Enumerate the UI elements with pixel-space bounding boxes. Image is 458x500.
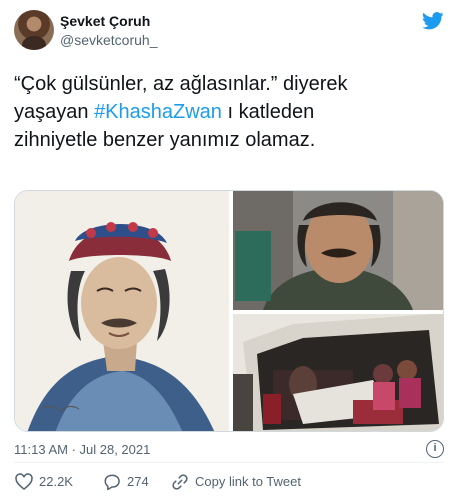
tweet-actions: 22.2K 274 Copy link to Tweet — [14, 470, 444, 494]
reply-count: 274 — [127, 474, 149, 489]
copy-link-label: Copy link to Tweet — [195, 474, 301, 489]
avatar[interactable] — [14, 10, 54, 50]
media-image-car-scene[interactable] — [233, 314, 443, 431]
media-grid — [14, 190, 444, 432]
tweet-text-line-2: yaşayan #KhashaZwan ı katleden — [14, 98, 444, 126]
tweet-card[interactable]: Şevket Çoruh @sevketcoruh_ “Çok gülsünle… — [0, 0, 458, 500]
media-image-portrait[interactable] — [233, 191, 443, 310]
copy-link-button[interactable]: Copy link to Tweet — [170, 472, 310, 492]
reply-button[interactable]: 274 — [102, 472, 164, 492]
author-name[interactable]: Şevket Çoruh — [60, 13, 150, 29]
tweet-timestamp[interactable]: 11:13 AM · Jul 28, 2021 — [14, 442, 150, 457]
heart-icon — [15, 473, 33, 491]
info-icon[interactable] — [426, 440, 444, 458]
media-image-sketch[interactable] — [15, 191, 229, 431]
author-handle[interactable]: @sevketcoruh_ — [60, 32, 157, 48]
like-count: 22.2K — [39, 474, 73, 489]
tweet-text-segment: yaşayan — [14, 101, 95, 123]
tweet-text: “Çok gülsünler, az ağlasınlar.” diyerek … — [14, 70, 444, 154]
tweet-meta: 11:13 AM · Jul 28, 2021 — [14, 440, 444, 460]
link-icon — [172, 474, 188, 490]
tweet-header: Şevket Çoruh @sevketcoruh_ — [14, 10, 444, 54]
hashtag-link[interactable]: #KhashaZwan — [94, 101, 222, 123]
tweet-text-segment: ı katleden — [221, 101, 315, 123]
like-button[interactable]: 22.2K — [14, 472, 94, 492]
twitter-logo-icon[interactable] — [422, 12, 444, 30]
tweet-text-line-1: “Çok gülsünler, az ağlasınlar.” diyerek — [14, 73, 348, 95]
reply-icon — [104, 474, 120, 491]
divider — [14, 462, 444, 463]
tweet-text-line-3: zihniyetle benzer yanımız olamaz. — [14, 129, 316, 151]
